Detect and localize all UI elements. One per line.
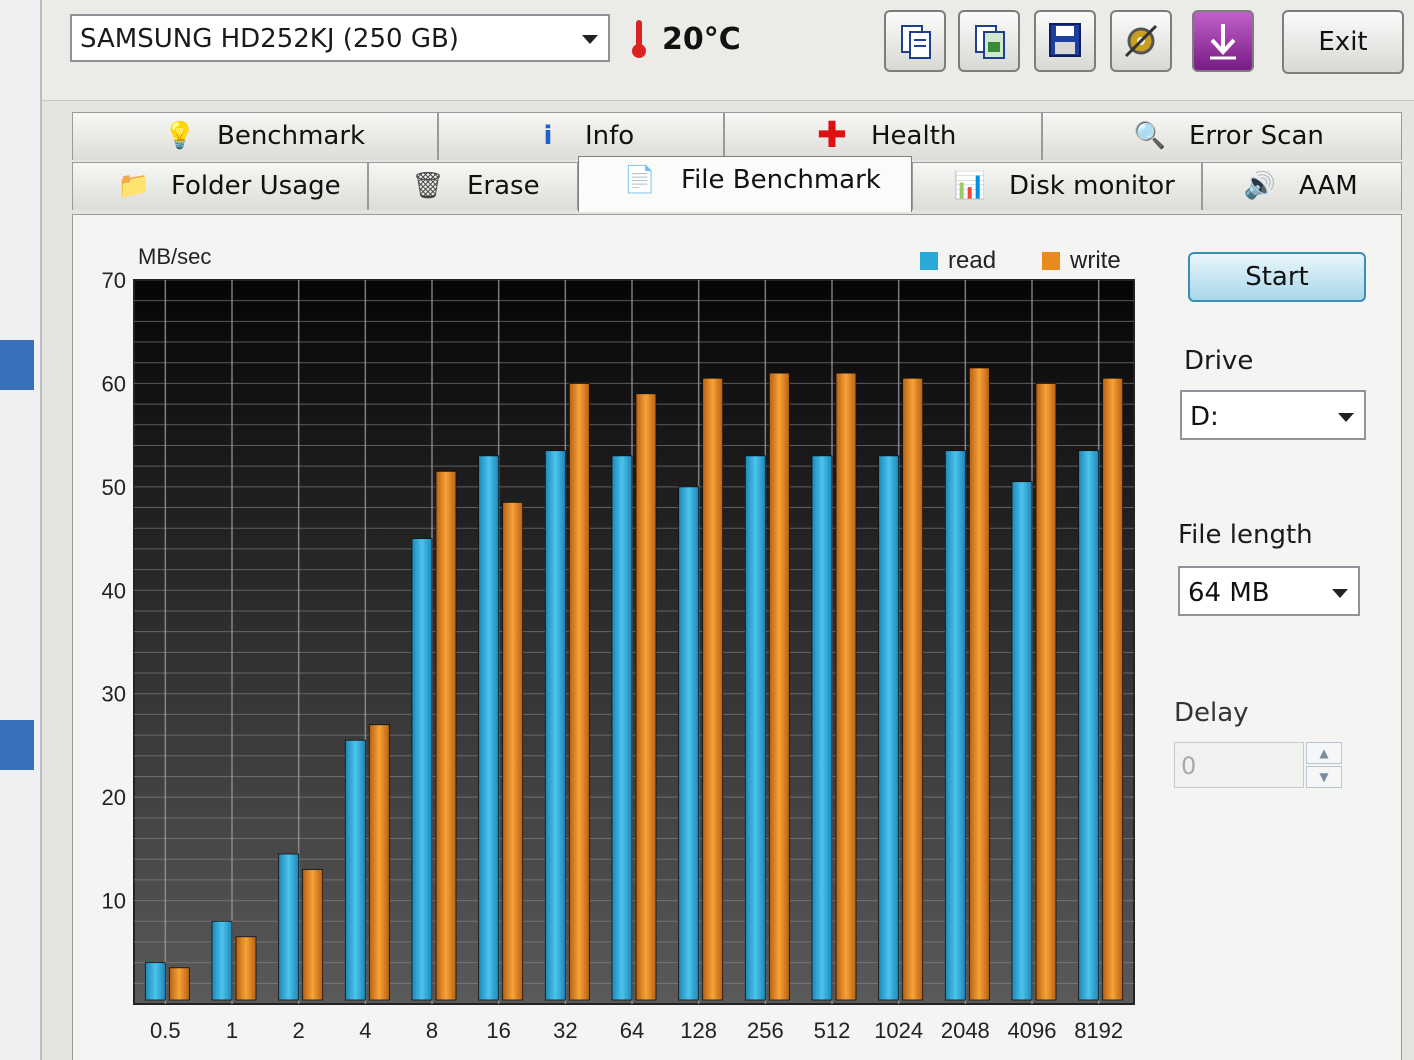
background-window [0,0,42,1060]
health-cross-icon: ✚ [816,115,848,156]
file-length-select[interactable]: 64 MB [1178,566,1360,616]
trash-icon: 🗑 [411,171,445,201]
delay-spinner[interactable]: ▲ ▼ [1306,742,1342,788]
download-arrow-icon [1210,24,1236,60]
tab-label: Folder Usage [171,171,341,201]
thermometer-icon [632,20,646,60]
drive-label: Drive [1184,346,1254,376]
tab-label: Info [585,121,635,151]
toolbar: SAMSUNG HD252KJ (250 GB) 20°C Exit [42,0,1414,101]
drive-select[interactable]: D: [1180,390,1366,440]
drive-selector[interactable]: SAMSUNG HD252KJ (250 GB) [70,14,610,62]
chevron-down-icon [582,35,598,44]
copy-image-icon [975,25,1005,59]
background-highlight [0,340,34,390]
lightbulb-icon: 💡 [163,121,197,151]
file-benchmark-panel [72,214,1402,1060]
tab-bar: 💡 Benchmark i Info ✚ Health 🔍 Error Scan… [72,112,1402,216]
file-length-label: File length [1178,520,1313,550]
file-benchmark-icon: 📄 [623,165,657,195]
delay-input[interactable]: 0 [1174,742,1304,788]
magnifier-icon: 🔍 [1133,121,1167,151]
tab-disk-monitor[interactable]: 📊 Disk monitor [912,162,1202,210]
copy-image-button[interactable] [958,10,1020,72]
bar-chart-icon: 📊 [953,171,987,201]
copy-text-button[interactable] [884,10,946,72]
start-button[interactable]: Start [1188,252,1366,302]
tab-label: Error Scan [1189,121,1324,151]
tab-label: File Benchmark [681,165,881,195]
spin-down-icon[interactable]: ▼ [1306,766,1342,788]
delay-label: Delay [1174,698,1249,728]
tab-benchmark[interactable]: 💡 Benchmark [72,112,438,160]
exit-button[interactable]: Exit [1282,10,1404,74]
temperature-readout: 20°C [662,22,741,57]
save-button[interactable] [1034,10,1096,72]
tab-aam[interactable]: 🔊 AAM [1202,162,1402,210]
tab-folder-usage[interactable]: 📁 Folder Usage [72,162,368,210]
tab-health[interactable]: ✚ Health [724,112,1042,160]
delay-value: 0 [1181,752,1197,780]
info-icon: i [543,121,553,151]
file-length-value: 64 MB [1188,578,1270,608]
settings-tools-icon [1124,24,1158,58]
tab-label: Benchmark [217,121,366,151]
background-highlight [0,720,34,770]
chevron-down-icon [1338,413,1354,422]
tab-label: Erase [467,171,540,201]
folder-icon: 📁 [117,171,151,201]
tab-label: Health [871,121,957,151]
spin-up-icon[interactable]: ▲ [1306,742,1342,764]
tab-erase[interactable]: 🗑 Erase [368,162,578,210]
tab-label: Disk monitor [1009,171,1175,201]
settings-tools-button[interactable] [1110,10,1172,72]
tab-label: AAM [1299,171,1358,201]
tab-info[interactable]: i Info [438,112,724,160]
drive-selector-value: SAMSUNG HD252KJ (250 GB) [80,24,459,54]
chevron-down-icon [1332,589,1348,598]
speaker-icon: 🔊 [1243,171,1277,201]
save-icon [1049,23,1081,57]
download-button[interactable] [1192,10,1254,72]
drive-select-value: D: [1190,402,1219,432]
copy-text-icon [901,25,931,59]
tab-error-scan[interactable]: 🔍 Error Scan [1042,112,1402,160]
tab-file-benchmark[interactable]: 📄 File Benchmark [578,156,912,212]
